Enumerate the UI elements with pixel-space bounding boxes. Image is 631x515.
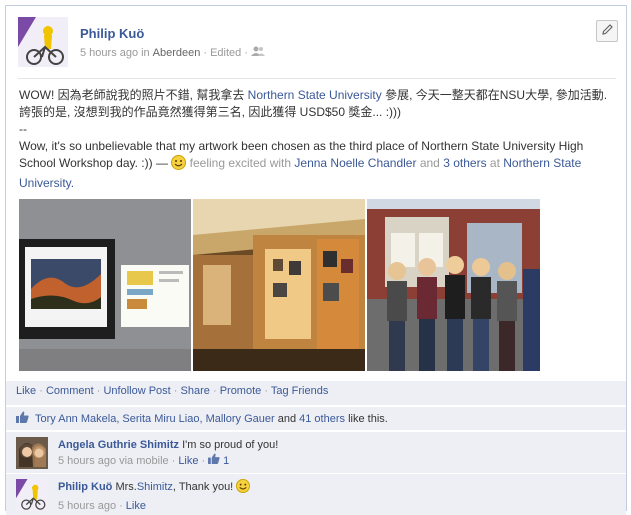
comment-meta: 5 hours ago via mobile · Like · 1: [58, 453, 230, 469]
comment-text: I'm so proud of you!: [182, 439, 279, 451]
photo-hallway[interactable]: [193, 199, 365, 371]
post-text: WOW! 因為老師說我的照片不錯, 幫我拿去 Northern State Un…: [19, 87, 619, 192]
tag-friends-button[interactable]: Tag Friends: [271, 385, 328, 397]
comment-time[interactable]: 5 hours ago: [58, 453, 116, 469]
unfollow-post-button[interactable]: Unfollow Post: [103, 385, 170, 397]
post-text-separator: --: [19, 122, 27, 136]
thumbs-up-icon[interactable]: [208, 453, 220, 469]
commenter-avatar[interactable]: [16, 437, 48, 469]
author-name[interactable]: Philip Kuö: [80, 26, 144, 41]
comment-via: via mobile: [119, 455, 169, 467]
commenter-name[interactable]: Philip Kuö: [58, 481, 112, 493]
post-card: Philip Kuö 5 hours ago in Aberdeen · Edi…: [5, 5, 627, 515]
edit-post-button[interactable]: [596, 20, 618, 42]
location-prefix: in: [141, 46, 150, 59]
comment-meta: 5 hours ago · Like: [58, 498, 146, 514]
likers-names[interactable]: Tory Ann Makela, Serita Miru Liao, Mallo…: [35, 413, 275, 425]
likes-summary: Tory Ann Makela, Serita Miru Liao, Mallo…: [6, 406, 626, 430]
meta-dot: ·: [244, 46, 248, 59]
post-text-zh: WOW! 因為老師說我的照片不錯, 幫我拿去 Northern State Un…: [19, 88, 608, 119]
post-text-en: Wow, it's so unbelievable that my artwor…: [19, 139, 584, 190]
feeling-label: feeling excited: [189, 156, 267, 170]
post-time[interactable]: 5 hours ago: [80, 47, 138, 59]
header-divider: [18, 78, 616, 79]
comment-time[interactable]: 5 hours ago: [58, 498, 116, 514]
tagged-person-link[interactable]: Jenna Noelle Chandler: [294, 156, 416, 170]
post-actions: Like · Comment · Unfollow Post · Share ·…: [6, 381, 626, 405]
place-link[interactable]: Northern State University: [248, 88, 382, 102]
likers-others-link[interactable]: 41 others: [299, 413, 345, 425]
photo-artwork[interactable]: [19, 199, 191, 371]
comment-body: Philip Kuö Mrs.Shimitz, Thank you! 5 hou…: [58, 479, 251, 514]
friends-icon[interactable]: [250, 46, 265, 59]
comment-item: Philip Kuö Mrs.Shimitz, Thank you! 5 hou…: [6, 473, 626, 515]
comment-like-button[interactable]: Like: [126, 498, 146, 514]
post-meta: 5 hours ago in Aberdeen · Edited ·: [80, 46, 265, 59]
comment-item: Angela Guthrie Shimitz I'm so proud of y…: [6, 431, 626, 473]
thumbs-up-icon: [16, 411, 29, 426]
photo-group[interactable]: [367, 199, 540, 371]
comment-body: Angela Guthrie Shimitz I'm so proud of y…: [58, 437, 278, 469]
smiley-icon: [171, 155, 187, 175]
pencil-icon: [601, 24, 613, 38]
author-avatar[interactable]: [18, 17, 68, 67]
like-button[interactable]: Like: [16, 385, 36, 397]
tagged-others-link[interactable]: 3 others: [443, 156, 486, 170]
edited-label[interactable]: Edited: [210, 47, 241, 59]
comment-like-button[interactable]: Like: [178, 453, 198, 469]
comment-like-count[interactable]: 1: [223, 453, 229, 469]
smiley-icon: [236, 479, 251, 498]
post-location[interactable]: Aberdeen: [153, 47, 201, 59]
mention-link[interactable]: Shimitz: [137, 481, 173, 493]
commenter-avatar[interactable]: [16, 479, 48, 511]
comment-button[interactable]: Comment: [46, 385, 94, 397]
promote-button[interactable]: Promote: [220, 385, 262, 397]
post-header: Philip Kuö 5 hours ago in Aberdeen · Edi…: [18, 17, 618, 67]
commenter-name[interactable]: Angela Guthrie Shimitz: [58, 439, 179, 451]
share-button[interactable]: Share: [181, 385, 210, 397]
meta-dot: ·: [203, 46, 208, 59]
